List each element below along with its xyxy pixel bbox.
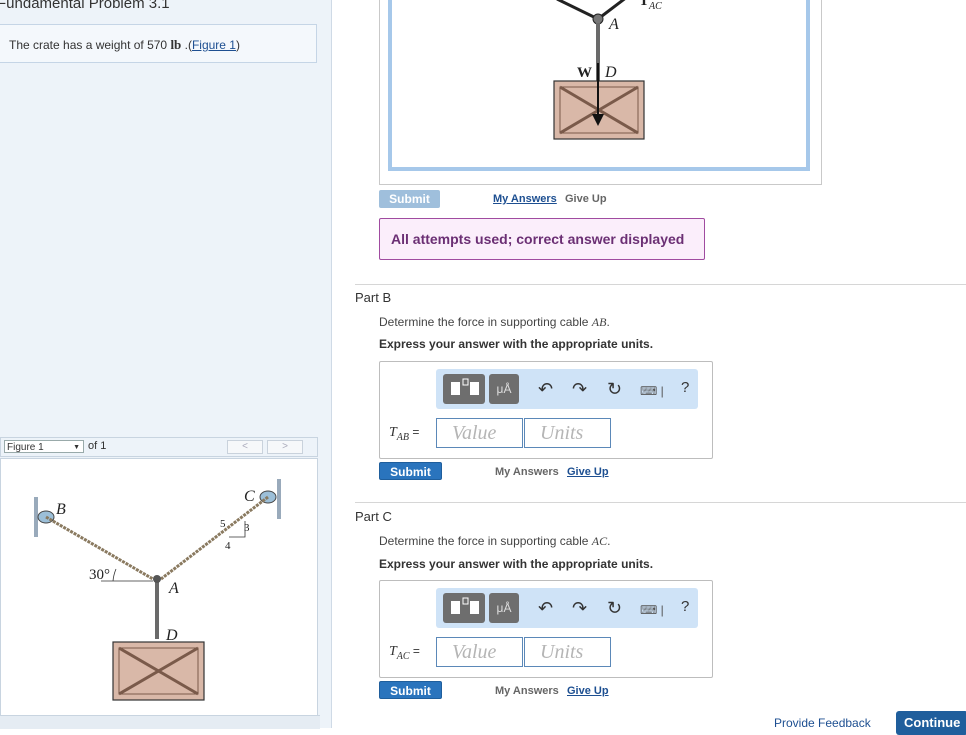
slope-label-5: 5 [220,518,226,530]
problem-panel: Fundamental Problem 3.1 The crate has a … [0,0,332,729]
answer-figure-frame: A W D TAC [379,0,822,185]
keyboard-icon[interactable]: ⌨ | [640,603,664,617]
figure-count: of 1 [88,440,107,452]
panel-bottom-strip [0,715,320,729]
part-c-value-input[interactable]: Value [436,637,523,667]
part-a-give-up-link[interactable]: Give Up [565,193,607,205]
part-c-variable-label: TAC = [389,644,420,662]
part-c-heading[interactable]: Part C [355,509,392,524]
part-divider [355,284,966,285]
label-w: W [577,65,592,81]
problem-statement-box: The crate has a weight of 570 lb .(Figur… [0,24,317,63]
math-toolbar: μÅ ↶ ↷ ↻ ⌨ | ? [436,588,698,628]
undo-icon[interactable]: ↶ [538,379,553,400]
problem-statement: The crate has a weight of 570 lb .(Figur… [9,37,240,52]
template-icon [451,378,479,395]
part-b-value-input[interactable]: Value [436,418,523,448]
undo-icon[interactable]: ↶ [538,598,553,619]
help-icon[interactable]: ? [681,379,689,396]
reset-icon[interactable]: ↻ [607,379,622,400]
help-icon[interactable]: ? [681,598,689,615]
part-c-answer-box: μÅ ↶ ↷ ↻ ⌨ | ? TAC = Value Units [379,580,713,678]
label-a: A [168,580,179,597]
wall-right [277,479,281,519]
free-body-diagram: A W D TAC [553,0,662,140]
prev-figure-button[interactable]: < [227,440,263,454]
part-b-heading[interactable]: Part B [355,290,391,305]
status-alert: All attempts used; correct answer displa… [379,218,705,260]
answer-figure: A W D TAC [388,0,810,171]
part-divider [355,502,966,503]
slope-label-4: 4 [225,540,231,552]
reset-icon[interactable]: ↻ [607,598,622,619]
cable-ab-segment [556,0,599,21]
figure-1: B C A D 30° 5 3 4 [0,458,318,716]
angle-arc [112,568,117,582]
part-c-give-up-link[interactable]: Give Up [567,685,609,697]
units-button[interactable]: μÅ [489,593,519,623]
label-d: D [165,627,178,644]
part-c-question: Determine the force in supporting cable … [379,534,611,548]
part-c-units-input[interactable]: Units [524,637,611,667]
part-b-answer-box: μÅ ↶ ↷ ↻ ⌨ | ? TAB = Value Units [379,361,713,459]
label-c: C [244,488,255,505]
redo-icon[interactable]: ↷ [572,379,587,400]
part-b-variable-label: TAB = [389,425,420,443]
figure-link[interactable]: Figure 1 [192,38,236,52]
label-tac: TAC [639,0,662,12]
ring-a-icon [153,575,161,583]
part-b-question: Determine the force in supporting cable … [379,315,610,329]
units-button[interactable]: μÅ [489,374,519,404]
template-icon [451,597,479,614]
part-c-instruction: Express your answer with the appropriate… [379,557,654,571]
part-b-give-up-link[interactable]: Give Up [567,466,609,478]
angle-label: 30° [89,567,110,583]
part-c-my-answers-link[interactable]: My Answers [495,685,559,697]
slope-label-3: 3 [244,522,250,534]
figure-navigation-bar: Figure 1 ▼ of 1 < > [0,437,318,457]
weight-unit: lb [170,37,182,52]
math-toolbar: μÅ ↶ ↷ ↻ ⌨ | ? [436,369,698,409]
part-b-instruction: Express your answer with the appropriate… [379,337,654,351]
label-d: D [604,64,617,81]
continue-button[interactable]: Continue [896,711,966,735]
part-b-my-answers-link[interactable]: My Answers [495,466,559,478]
label-a: A [608,16,619,33]
part-b-submit-button[interactable]: Submit [379,462,442,480]
dropdown-arrow-icon: ▼ [73,444,80,451]
part-c-submit-button[interactable]: Submit [379,681,442,699]
templates-button[interactable] [443,593,485,623]
redo-icon[interactable]: ↷ [572,598,587,619]
label-b: B [56,501,66,518]
cable-ac [160,495,269,581]
part-a-my-answers-link[interactable]: My Answers [493,193,557,205]
problem-title: Fundamental Problem 3.1 [0,0,170,12]
templates-button[interactable] [443,374,485,404]
figure-select[interactable]: Figure 1 ▼ [4,440,84,453]
next-figure-button[interactable]: > [267,440,303,454]
wall-left [34,497,38,537]
part-a-submit-button[interactable]: Submit [379,190,440,208]
cable-crate-diagram: B C A D 30° 5 3 4 [34,479,281,701]
keyboard-icon[interactable]: ⌨ | [640,384,664,398]
ring-a-icon [592,13,604,25]
part-b-units-input[interactable]: Units [524,418,611,448]
